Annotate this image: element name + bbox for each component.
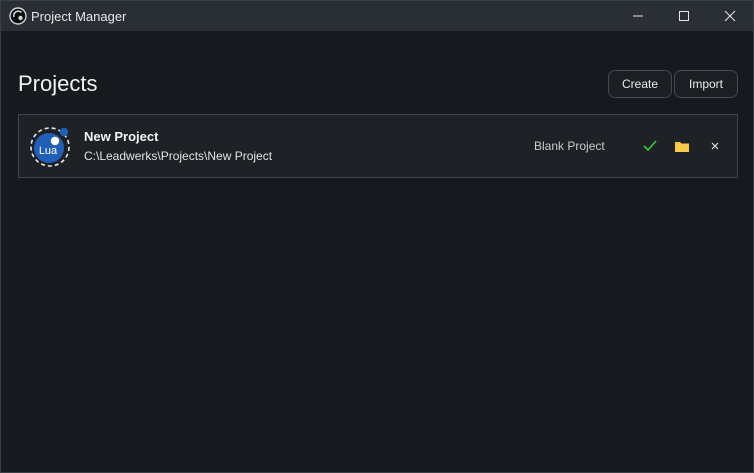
close-icon <box>724 10 736 22</box>
check-icon <box>643 140 657 152</box>
open-folder-button[interactable] <box>671 135 693 157</box>
maximize-button[interactable] <box>661 1 707 31</box>
minimize-icon <box>633 15 643 17</box>
project-name: New Project <box>84 129 159 144</box>
maximize-icon <box>679 11 689 21</box>
close-button[interactable] <box>707 1 753 31</box>
page-title: Projects <box>18 71 98 96</box>
remove-icon <box>711 142 719 150</box>
project-manager-window: Project Manager Projects Create Import L… <box>0 0 754 473</box>
window-title: Project Manager <box>31 9 127 24</box>
title-bar[interactable]: Project Manager <box>1 1 753 31</box>
set-active-project-button[interactable] <box>639 135 661 157</box>
project-row[interactable]: Lua New Project C:\Leadwerks\Projects\Ne… <box>18 114 738 178</box>
project-template: Blank Project <box>534 139 605 153</box>
leadwerks-app-icon <box>9 7 27 25</box>
lua-badge-text: Lua <box>39 145 58 157</box>
minimize-button[interactable] <box>615 1 661 31</box>
folder-icon <box>675 141 689 152</box>
project-path: C:\Leadwerks\Projects\New Project <box>84 149 273 163</box>
import-button[interactable]: Import <box>674 70 738 98</box>
lua-logo-icon: Lua <box>30 127 70 167</box>
remove-project-button[interactable] <box>704 135 726 157</box>
create-button[interactable]: Create <box>608 70 672 98</box>
